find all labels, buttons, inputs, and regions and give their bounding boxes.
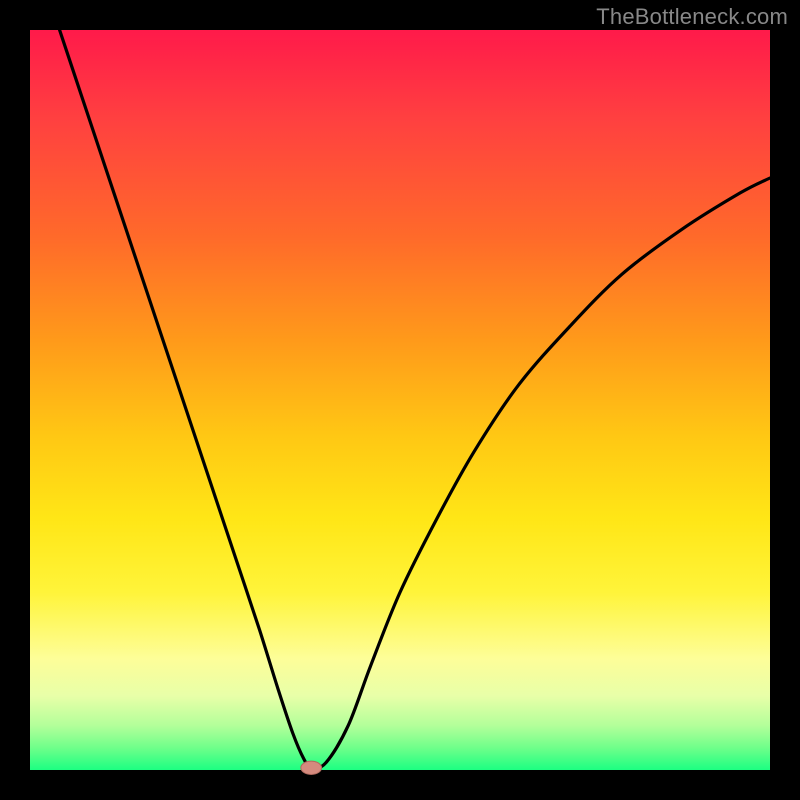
plot-area xyxy=(30,30,770,770)
chart-frame: TheBottleneck.com xyxy=(0,0,800,800)
bottleneck-curve xyxy=(60,30,770,768)
watermark-text: TheBottleneck.com xyxy=(596,4,788,30)
curve-layer xyxy=(30,30,770,770)
minimum-marker xyxy=(301,761,322,774)
